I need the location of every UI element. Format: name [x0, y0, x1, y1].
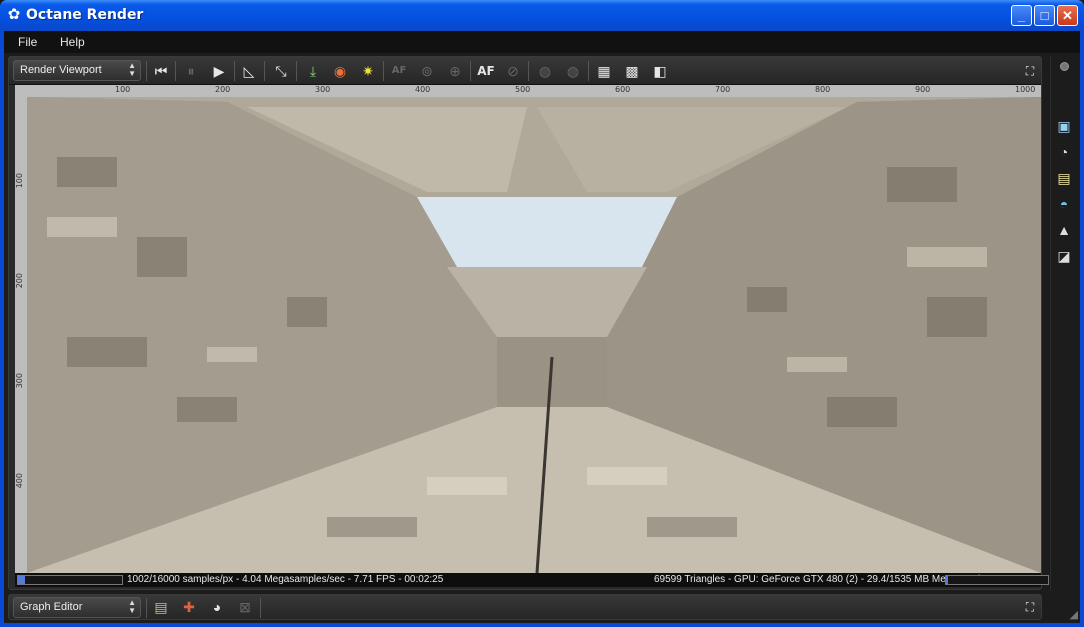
ruler-label: 300 [315, 85, 331, 94]
panel-type-select[interactable]: Render Viewport ▲ ▼ [13, 60, 141, 81]
render-stats-text: 1002/16000 samples/px - 4.04 Megasamples… [127, 574, 444, 585]
restart-render-icon[interactable]: ⏮ [152, 62, 170, 80]
rendered-image [27, 97, 1041, 573]
render-settings-icon[interactable]: ▣ [1054, 116, 1074, 136]
toolbar-separator [264, 61, 265, 81]
ruler-label: 400 [15, 473, 24, 489]
ruler-label: 300 [15, 373, 24, 389]
toolbar-separator [234, 61, 235, 81]
title-bar[interactable]: ✿ Octane Render _ □ ✕ [0, 0, 1084, 31]
side-toolbar: ▣ ◔ ▤ ◓ ▲ ◪ [1050, 56, 1078, 590]
toolbar-separator [146, 598, 147, 618]
ruler-label: 200 [15, 273, 24, 289]
panel-toggle-icon[interactable] [1060, 62, 1069, 71]
autofocus-picker-icon[interactable]: AF [390, 62, 408, 80]
camera-icon[interactable]: ◔ [1054, 142, 1074, 162]
object-picker-icon[interactable]: ⊕ [446, 62, 464, 80]
load-scene-icon[interactable]: ⤓ [304, 62, 322, 80]
toolbar-separator [296, 61, 297, 81]
toolbar-separator [528, 61, 529, 81]
load-graph-icon[interactable]: ▤ [152, 598, 170, 616]
toolbar-separator [260, 598, 261, 618]
imager-icon[interactable]: ▤ [1054, 168, 1074, 188]
split-view-icon[interactable]: ◧ [651, 62, 669, 80]
graph-panel-type-label: Graph Editor [20, 601, 83, 613]
environment-icon[interactable]: ◓ [1054, 194, 1074, 214]
resize-grip-icon[interactable]: ◢ [1070, 608, 1078, 621]
menu-bar: File Help [4, 31, 1080, 53]
toolbar-separator [146, 61, 147, 81]
ruler-label: 200 [215, 85, 231, 94]
render-status-bar: 1002/16000 samples/px - 4.04 Megasamples… [15, 573, 1049, 587]
stereo-icon[interactable]: ⊘ [504, 62, 522, 80]
kernel-icon[interactable]: ◪ [1054, 246, 1074, 266]
add-node-icon[interactable]: ✚ [180, 598, 198, 616]
ruler-label: 400 [415, 85, 431, 94]
maximize-graph-panel-icon[interactable]: ⛶ [1021, 598, 1039, 616]
ruler-icon[interactable]: ◺ [240, 62, 258, 80]
panel-type-label: Render Viewport [20, 64, 102, 76]
render-viewport[interactable] [27, 97, 1041, 573]
viewport-toolbar: Render Viewport ▲▼ ⏮ ⏸ ▶ ◺ ⤡ ⤓ ◉ ✷ AF ⊚ [9, 57, 1041, 85]
maximize-panel-icon[interactable]: ⛶ [1021, 62, 1039, 80]
ruler-label: 900 [915, 85, 931, 94]
client-area: File Help Render Viewport ▲ ▼ ⏮ ⏸ ▶ ◺ ⤡ ⤓ [4, 31, 1080, 623]
checker-fill-icon[interactable]: ▦ [595, 62, 613, 80]
horizontal-ruler: 100 200 300 400 500 600 700 800 900 1000 [15, 85, 1041, 97]
memory-progress-bar [945, 575, 1049, 585]
delete-node-icon[interactable]: ⊠ [236, 598, 254, 616]
vertical-ruler: 100 200 300 400 [15, 97, 27, 573]
menu-help[interactable]: Help [60, 35, 85, 49]
lock-camera-icon[interactable]: ◍ [536, 62, 554, 80]
material-picker-icon[interactable]: ⊚ [418, 62, 436, 80]
region-render-icon[interactable]: ◍ [564, 62, 582, 80]
toolbar-separator [588, 61, 589, 81]
pause-render-icon[interactable]: ⏸ [182, 62, 200, 80]
autofocus-icon[interactable]: AF [477, 62, 495, 80]
graph-editor-panel: Graph Editor ▲ ▼ ▤ ✚ ◕ ⊠ ⛶ [8, 594, 1042, 620]
fit-viewport-icon[interactable]: ⤡ [272, 62, 290, 80]
ruler-label: 500 [515, 85, 531, 94]
minimize-button[interactable]: _ [1011, 5, 1032, 26]
toolbar-separator [470, 61, 471, 81]
maximize-button[interactable]: □ [1034, 5, 1055, 26]
toolbar-separator [175, 61, 176, 81]
select-arrows-icon: ▲ ▼ [128, 61, 136, 78]
ruler-label: 600 [615, 85, 631, 94]
close-button[interactable]: ✕ [1057, 5, 1078, 26]
material-node-icon[interactable]: ◕ [208, 598, 226, 616]
window-title: Octane Render [26, 7, 144, 23]
image-icon[interactable]: ▲ [1054, 220, 1074, 240]
scene-stats-text: 69599 Triangles - GPU: GeForce GTX 480 (… [654, 574, 981, 585]
application-window: ✿ Octane Render _ □ ✕ File Help Render V… [0, 0, 1084, 627]
menu-file[interactable]: File [18, 35, 37, 49]
octane-gear-icon: ✿ [7, 6, 21, 23]
ruler-label: 1000 [1015, 85, 1036, 94]
graph-panel-type-select[interactable]: Graph Editor ▲ ▼ [13, 597, 141, 618]
light-icon[interactable]: ✷ [359, 62, 377, 80]
color-pick-icon[interactable]: ◉ [331, 62, 349, 80]
ruler-label: 800 [815, 85, 831, 94]
render-viewport-panel: Render Viewport ▲▼ ⏮ ⏸ ▶ ◺ ⤡ ⤓ ◉ ✷ AF ⊚ [8, 56, 1049, 590]
select-arrows-icon: ▲ ▼ [128, 598, 136, 615]
ruler-label: 100 [115, 85, 131, 94]
start-render-icon[interactable]: ▶ [210, 62, 228, 80]
checker-alpha-icon[interactable]: ▩ [623, 62, 641, 80]
ruler-label: 100 [15, 173, 24, 189]
samples-progress-fill [18, 576, 25, 584]
toolbar-separator [383, 61, 384, 81]
memory-progress-fill [946, 576, 948, 584]
ruler-label: 700 [715, 85, 731, 94]
samples-progress-bar [17, 575, 123, 585]
